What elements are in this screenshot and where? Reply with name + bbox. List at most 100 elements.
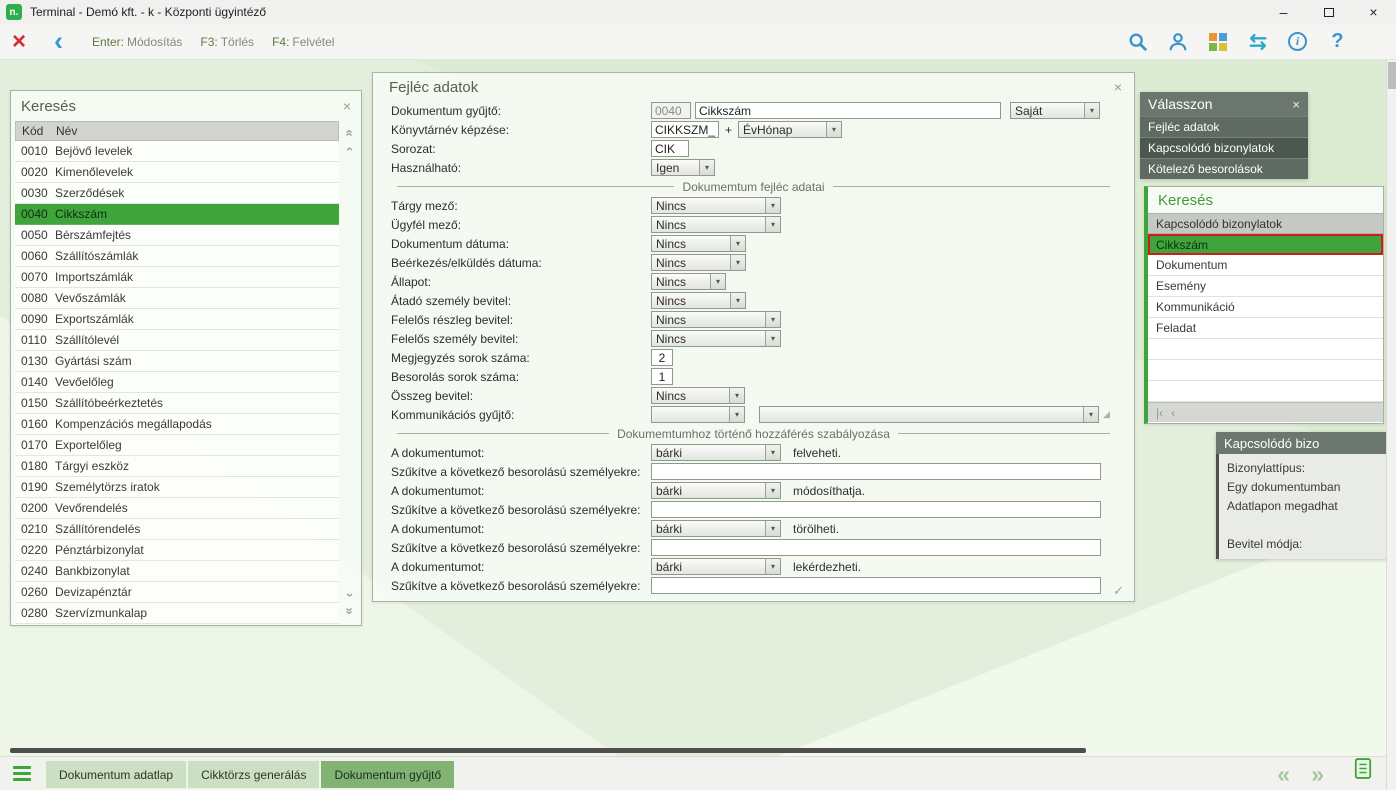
page-next-icon[interactable]: » <box>1311 761 1324 788</box>
vertical-scrollbar[interactable] <box>1386 60 1396 790</box>
first-record-button[interactable]: |‹ <box>1156 406 1163 420</box>
amount-dropdown[interactable]: Nincs ▾ <box>651 387 745 404</box>
menu-icon[interactable] <box>13 766 31 781</box>
list-item[interactable]: 0280 Szervízmunkalap <box>15 603 339 624</box>
scroll-down-icon[interactable]: › <box>342 593 358 597</box>
related-search-row[interactable]: Dokumentum <box>1148 255 1383 276</box>
field-dropdown[interactable]: Nincs ▾ <box>651 216 781 233</box>
chevron-down-icon[interactable]: ▾ <box>729 388 744 403</box>
list-item[interactable]: 0200 Vevőrendelés <box>15 498 339 519</box>
chevron-down-icon[interactable]: ▾ <box>826 122 841 137</box>
close-icon[interactable]: × <box>1114 79 1122 95</box>
field-dropdown[interactable]: Nincs ▾ <box>651 273 726 290</box>
restrict-persons-input[interactable] <box>651 577 1101 594</box>
chevron-down-icon[interactable]: ▾ <box>765 445 780 460</box>
chevron-down-icon[interactable]: ▾ <box>1083 407 1098 422</box>
list-item[interactable]: 0050 Bérszámfejtés <box>15 225 339 246</box>
chevron-down-icon[interactable]: ▾ <box>765 559 780 574</box>
communication-dropdown[interactable]: ▾ <box>651 406 745 423</box>
scroll-to-top-icon[interactable]: « <box>342 129 358 136</box>
chevron-down-icon[interactable]: ▾ <box>729 407 744 422</box>
chevron-down-icon[interactable]: ▾ <box>765 312 780 327</box>
list-item[interactable]: 0220 Pénztárbizonylat <box>15 540 339 561</box>
help-icon[interactable]: ? <box>1325 29 1350 54</box>
related-search-row[interactable]: Kommunikáció <box>1148 297 1383 318</box>
chooser-item[interactable]: Fejléc adatok <box>1140 116 1308 137</box>
restrict-persons-input[interactable] <box>651 463 1101 480</box>
chevron-down-icon[interactable]: ▾ <box>765 217 780 232</box>
list-item[interactable]: 0040 Cikkszám <box>15 204 339 225</box>
window-close-button[interactable]: × <box>1351 0 1396 24</box>
bottom-tab[interactable]: Dokumentum gyűjtő <box>321 761 454 788</box>
scroll-to-bottom-icon[interactable]: » <box>342 607 358 614</box>
directory-suffix-dropdown[interactable]: ÉvHónap ▾ <box>738 121 842 138</box>
list-item[interactable]: 0110 Szállítólevél <box>15 330 339 351</box>
related-search-row[interactable] <box>1148 381 1383 402</box>
chevron-down-icon[interactable]: ▾ <box>699 160 714 175</box>
chevron-down-icon[interactable]: ▾ <box>730 255 745 270</box>
field-dropdown[interactable]: Nincs ▾ <box>651 292 746 309</box>
field-dropdown[interactable]: Nincs ▾ <box>651 197 781 214</box>
access-who-dropdown[interactable]: bárki ▾ <box>651 444 781 461</box>
transfer-arrows-icon[interactable] <box>1245 29 1270 54</box>
collector-code-input[interactable]: 0040 <box>651 102 691 119</box>
list-item[interactable]: 0010 Bejövő levelek <box>15 141 339 162</box>
document-page-icon[interactable] <box>1354 757 1372 785</box>
vertical-scrollbar-thumb[interactable] <box>1388 62 1396 89</box>
apps-grid-icon[interactable] <box>1205 29 1230 54</box>
related-search-group-header[interactable]: Kapcsolódó bizonylatok <box>1148 213 1383 234</box>
field-dropdown[interactable]: Nincs ▾ <box>651 330 781 347</box>
list-item[interactable]: 0020 Kimenőlevelek <box>15 162 339 183</box>
list-item[interactable]: 0190 Személytörzs iratok <box>15 477 339 498</box>
chooser-item[interactable]: Kötelező besorolások <box>1140 158 1308 179</box>
collector-scope-dropdown[interactable]: Saját ▾ <box>1010 102 1100 119</box>
list-item[interactable]: 0030 Szerződések <box>15 183 339 204</box>
list-item[interactable]: 0260 Devizapénztár <box>15 582 339 603</box>
access-who-dropdown[interactable]: bárki ▾ <box>651 558 781 575</box>
related-search-row[interactable] <box>1148 360 1383 381</box>
chooser-item[interactable]: Kapcsolódó bizonylatok <box>1140 137 1308 158</box>
chevron-down-icon[interactable]: ▾ <box>730 293 745 308</box>
directory-name-input[interactable]: CIKKSZM_ <box>651 121 719 138</box>
related-search-row[interactable]: Cikkszám <box>1148 234 1383 255</box>
chevron-down-icon[interactable]: ▾ <box>765 521 780 536</box>
chevron-down-icon[interactable]: ▾ <box>765 198 780 213</box>
close-icon[interactable]: × <box>343 98 351 114</box>
access-who-dropdown[interactable]: bárki ▾ <box>651 520 781 537</box>
list-item[interactable]: 0090 Exportszámlák <box>15 309 339 330</box>
list-item[interactable]: 0210 Szállítórendelés <box>15 519 339 540</box>
restrict-persons-input[interactable] <box>651 539 1101 556</box>
field-dropdown[interactable]: Nincs ▾ <box>651 311 781 328</box>
page-previous-icon[interactable]: « <box>1277 761 1290 788</box>
chevron-down-icon[interactable]: ▾ <box>710 274 725 289</box>
horizontal-scrollbar[interactable] <box>10 748 1086 753</box>
chevron-down-icon[interactable]: ▾ <box>730 236 745 251</box>
series-input[interactable]: CIK <box>651 140 689 157</box>
related-search-row[interactable] <box>1148 339 1383 360</box>
related-search-row[interactable]: Esemény <box>1148 276 1383 297</box>
chevron-down-icon[interactable]: ▾ <box>765 483 780 498</box>
communication-wide-combo[interactable]: ▾ <box>759 406 1099 423</box>
field-dropdown[interactable]: Nincs ▾ <box>651 254 746 271</box>
count-input[interactable]: 2 <box>651 349 673 366</box>
list-item[interactable]: 0150 Szállítóbeérkeztetés <box>15 393 339 414</box>
access-who-dropdown[interactable]: bárki ▾ <box>651 482 781 499</box>
search-icon[interactable] <box>1125 29 1150 54</box>
list-item[interactable]: 0130 Gyártási szám <box>15 351 339 372</box>
bottom-tab[interactable]: Cikktörzs generálás <box>188 761 319 788</box>
minimize-button[interactable]: – <box>1261 0 1306 24</box>
list-item[interactable]: 0170 Exportelőleg <box>15 435 339 456</box>
user-icon[interactable] <box>1165 29 1190 54</box>
usable-dropdown[interactable]: Igen ▾ <box>651 159 715 176</box>
chevron-down-icon[interactable]: ▾ <box>765 331 780 346</box>
list-item[interactable]: 0140 Vevőelőleg <box>15 372 339 393</box>
related-search-row[interactable]: Feladat <box>1148 318 1383 339</box>
list-item[interactable]: 0240 Bankbizonylat <box>15 561 339 582</box>
maximize-button[interactable] <box>1306 0 1351 24</box>
resize-grip-icon[interactable]: ◢ <box>1103 409 1110 420</box>
close-icon[interactable]: × <box>1292 97 1300 112</box>
previous-record-button[interactable]: ‹ <box>1171 406 1175 420</box>
chevron-down-icon[interactable]: ▾ <box>1084 103 1099 118</box>
collector-name-input[interactable]: Cikkszám <box>695 102 1001 119</box>
list-item[interactable]: 0180 Tárgyi eszköz <box>15 456 339 477</box>
